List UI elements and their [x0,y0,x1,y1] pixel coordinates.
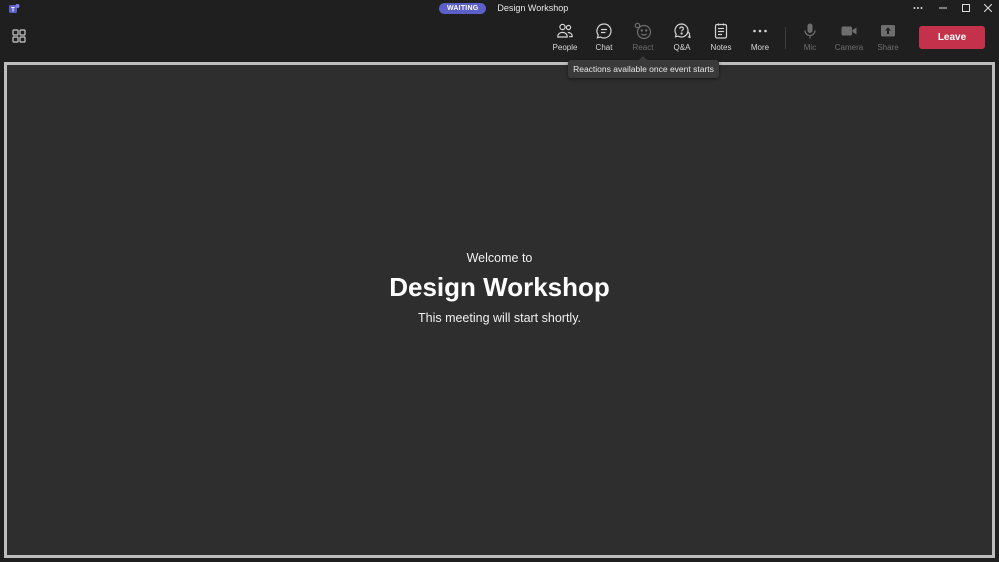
close-icon[interactable] [977,0,999,16]
more-label: More [750,43,770,52]
window-title-group: WAITING Design Workshop [439,2,568,14]
notes-icon [714,23,728,39]
status-badge: WAITING [439,2,487,14]
chat-button[interactable]: Chat [586,22,622,56]
mic-button[interactable]: Mic [792,22,828,56]
ellipsis-icon [753,29,767,33]
emoji-icon [634,22,652,40]
toolbar-divider [785,27,786,49]
meeting-toolbar: People Chat React Q&A Notes More Mic Cam… [0,16,999,60]
qa-button[interactable]: Q&A [664,22,700,56]
people-icon [557,23,573,38]
leave-button[interactable]: Leave [919,26,985,49]
svg-text:T: T [11,7,15,14]
qa-icon [674,23,691,39]
qa-label: Q&A [673,43,691,52]
share-label: Share [877,43,899,52]
more-options-icon[interactable] [907,0,929,16]
layout-grid-icon[interactable] [12,29,28,45]
teams-app-icon: T [8,2,20,14]
mic-icon [804,23,816,39]
camera-label: Camera [834,43,864,52]
more-button[interactable]: More [742,22,778,56]
react-label: React [632,43,654,52]
share-button[interactable]: Share [870,22,906,56]
meeting-stage: Welcome to Design Workshop This meeting … [4,62,995,558]
camera-icon [841,26,857,36]
people-label: People [552,43,578,52]
react-button[interactable]: React [625,22,661,56]
people-button[interactable]: People [547,22,583,56]
notes-label: Notes [710,43,732,52]
event-title: Design Workshop [389,272,610,302]
welcome-line: Welcome to [466,251,533,265]
chat-icon [596,23,612,39]
mic-label: Mic [803,43,817,52]
share-icon [881,25,895,37]
minimize-icon[interactable] [932,0,954,16]
start-message: This meeting will start shortly. [417,311,581,325]
notes-button[interactable]: Notes [703,22,739,56]
react-tooltip: Reactions available once event starts [568,56,719,78]
chat-label: Chat [595,43,613,52]
maximize-icon[interactable] [955,0,977,16]
window-title: Design Workshop [497,3,569,13]
camera-button[interactable]: Camera [831,22,867,56]
title-bar: T WAITING Design Workshop [0,0,999,16]
